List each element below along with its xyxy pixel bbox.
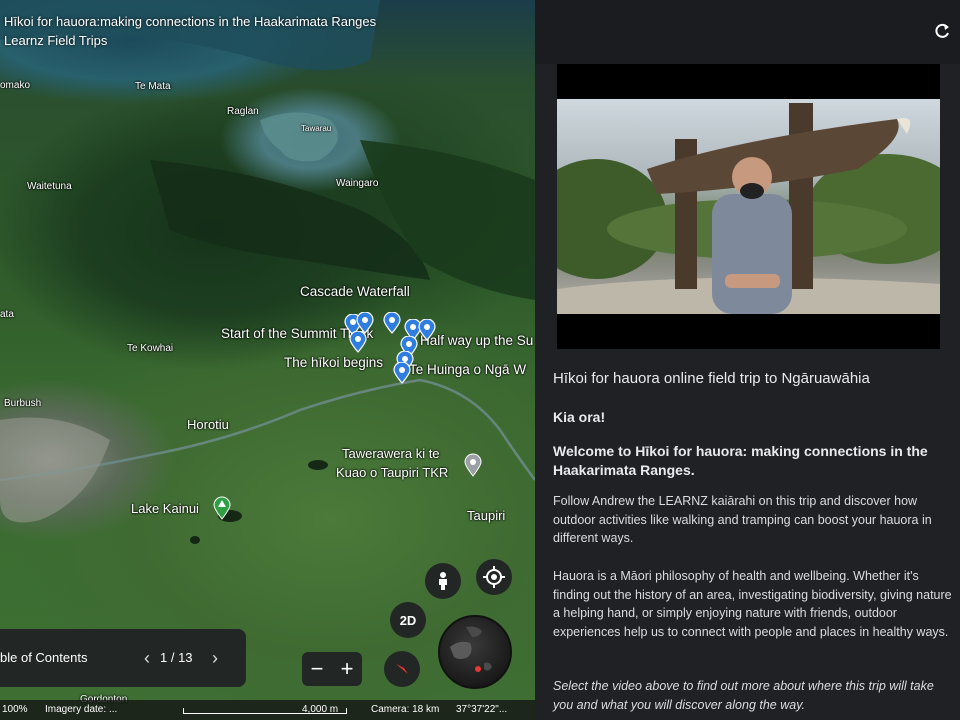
coordinates: 37°37'22"...: [456, 704, 508, 715]
toc-page-indicator: 1 / 13: [160, 650, 193, 665]
person-icon: [439, 572, 447, 590]
place-label: Taupiri: [467, 508, 506, 523]
place-label: Waingaro: [336, 178, 379, 189]
my-location-button[interactable]: [476, 559, 512, 595]
map-subtitle: Learnz Field Trips: [4, 33, 108, 48]
place-label: Tawarau: [301, 124, 332, 133]
place-label: ata: [0, 309, 14, 320]
street-view-person-button[interactable]: [425, 563, 461, 599]
compass-button[interactable]: [384, 651, 420, 687]
panel-heading: Hīkoi for hauora online field trip to Ng…: [553, 370, 870, 387]
toc-label[interactable]: ble of Contents: [0, 650, 87, 665]
place-label-half-way[interactable]: Half way up the Su: [420, 333, 533, 348]
globe-overview[interactable]: [438, 615, 512, 689]
place-label-hikoi-begins[interactable]: The hīkoi begins: [284, 355, 383, 370]
panel-paragraph: Hauora is a Māori philosophy of health a…: [553, 569, 952, 639]
place-label-tawerawera[interactable]: Kuao o Taupiri TKR: [336, 465, 448, 480]
place-label-cascade-waterfall[interactable]: Cascade Waterfall: [300, 284, 410, 299]
video-player[interactable]: [557, 64, 940, 349]
hiking-pin-icon[interactable]: [383, 312, 401, 334]
scale-label: 4,000 m: [302, 704, 339, 715]
hiking-pin-icon[interactable]: [393, 362, 411, 384]
zoom-controls: − +: [302, 652, 362, 686]
place-label: Te Kowhai: [127, 343, 174, 354]
place-label-tawerawera[interactable]: Tawerawera ki te: [342, 446, 440, 461]
tree-pin-icon[interactable]: [213, 496, 231, 520]
map-status-bar: 100% Imagery date: ... 4,000 m Camera: 1…: [0, 700, 535, 720]
place-label: Horotiu: [187, 417, 229, 432]
toggle-2d-button[interactable]: 2D: [390, 602, 426, 638]
panel-paragraph: Follow Andrew the LEARNZ kaiārahi on thi…: [553, 494, 932, 545]
imagery-date: Imagery date: ...: [45, 704, 118, 715]
map-terrain-features: [0, 0, 535, 544]
panel-paragraph-italic: Select the video above to find out more …: [553, 679, 934, 712]
panel-header: [535, 0, 960, 64]
video-thumbnail[interactable]: [557, 99, 940, 314]
info-panel: Hīkoi for hauora online field trip to Ng…: [535, 0, 960, 720]
crosshair-icon: [483, 566, 505, 588]
place-label: Waitetuna: [27, 181, 72, 192]
zoom-out-button[interactable]: −: [311, 656, 324, 682]
place-label-lake-kainui[interactable]: Lake Kainui: [131, 501, 199, 516]
location-pin-icon[interactable]: [464, 453, 482, 477]
table-of-contents-bar: ble of Contents ‹ 1 / 13 ›: [0, 629, 246, 687]
chevron-left-icon[interactable]: ‹: [138, 647, 156, 669]
map-view[interactable]: Hīkoi for hauora:making connections in t…: [0, 0, 535, 720]
zoom-level: 100%: [2, 704, 28, 715]
map-title: Hīkoi for hauora:making connections in t…: [4, 14, 377, 29]
compass-icon: [396, 664, 408, 674]
panel-greeting: Kia ora!: [553, 409, 606, 425]
zoom-in-button[interactable]: +: [341, 656, 354, 682]
place-label: Raglan: [227, 106, 259, 117]
hiking-pin-icon[interactable]: [418, 319, 436, 341]
place-label: omako: [0, 80, 31, 91]
place-label: Te Mata: [135, 81, 171, 92]
chevron-right-icon[interactable]: ›: [206, 647, 224, 669]
refresh-icon[interactable]: [933, 22, 953, 42]
place-label-te-huinga[interactable]: Te Huinga o Ngā W: [409, 362, 526, 377]
place-label: Burbush: [4, 398, 42, 409]
camera-altitude: Camera: 18 km: [371, 704, 440, 715]
panel-welcome: Welcome to Hīkoi for hauora: making conn…: [553, 443, 928, 478]
hiking-pin-icon[interactable]: [349, 331, 367, 353]
